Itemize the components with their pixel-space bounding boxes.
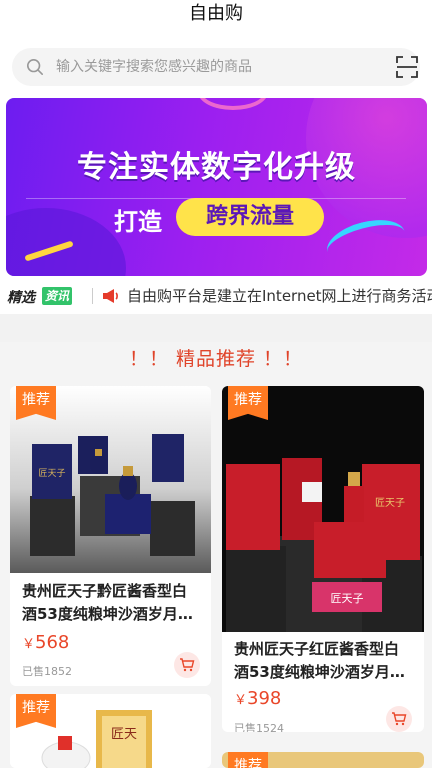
- svg-text:匠天子: 匠天子: [375, 497, 405, 509]
- price-value: 398: [247, 688, 282, 709]
- svg-text:匠天子: 匠天子: [38, 468, 65, 479]
- product-name-line1: 贵州匠天子黔匠酱香型白: [22, 582, 188, 600]
- add-to-cart-button[interactable]: [174, 652, 200, 678]
- sold-count: 已售1524: [234, 722, 284, 732]
- top-area: 自由购 输入关键字搜索您感兴趣的商品 专注实体数字化升级 打造 跨界流量 精选 …: [0, 0, 432, 314]
- cart-icon: [180, 658, 195, 672]
- price-value: 568: [35, 632, 70, 653]
- product-image: 匠天子 匠天子: [222, 386, 424, 632]
- news-text[interactable]: 自由购平台是建立在Internet网上进行商务活动: [127, 285, 432, 306]
- news-ticker[interactable]: 精选 资讯 自由购平台是建立在Internet网上进行商务活动: [0, 282, 432, 310]
- product-price: ￥398: [234, 688, 281, 709]
- search-bar[interactable]: 输入关键字搜索您感兴趣的商品: [12, 48, 420, 86]
- product-card[interactable]: 匠天子 推荐 贵州匠天子黔匠酱香型白 酒53度纯粮坤沙酒岁月… ￥568 已售1…: [10, 386, 211, 686]
- product-name-line2: 酒53度纯粮坤沙酒岁月…: [234, 663, 405, 681]
- product-name-line2: 酒53度纯粮坤沙酒岁月…: [22, 605, 193, 623]
- banner-headline: 专注实体数字化升级: [77, 150, 356, 185]
- megaphone-icon: [103, 289, 118, 303]
- search-icon: [26, 58, 44, 76]
- page-title: 自由购: [189, 3, 243, 24]
- cart-icon: [392, 712, 407, 726]
- price-symbol: ￥: [22, 637, 36, 652]
- section-title: ！！ 精品推荐 ！！: [128, 348, 304, 370]
- search-input[interactable]: 输入关键字搜索您感兴趣的商品: [56, 48, 252, 86]
- scan-icon[interactable]: [396, 56, 418, 78]
- featured-section: ！！ 精品推荐 ！！ 匠天子 推荐 贵州匠天子黔匠酱香型白 酒53度纯粮坤沙酒岁…: [0, 342, 432, 768]
- sold-count: 已售1852: [22, 665, 72, 678]
- divider: [92, 288, 93, 304]
- product-price: ￥568: [22, 632, 69, 653]
- product-card[interactable]: 推荐: [222, 752, 424, 768]
- svg-text:匠天: 匠天: [111, 727, 137, 742]
- svg-text:匠天子: 匠天子: [331, 592, 364, 605]
- banner-decoration: [198, 98, 268, 110]
- add-to-cart-button[interactable]: [386, 706, 412, 732]
- recommend-badge: 推荐: [228, 752, 268, 768]
- news-tag-info: 资讯: [42, 287, 73, 305]
- banner-sub-highlight: 跨界流量: [176, 198, 324, 236]
- product-name-line1: 贵州匠天子红匠酱香型白: [234, 640, 400, 658]
- product-card[interactable]: 匠天 推荐: [10, 694, 211, 768]
- promo-banner[interactable]: 专注实体数字化升级 打造 跨界流量: [6, 98, 427, 276]
- product-card[interactable]: 匠天子 匠天子 推荐 贵州匠天子红匠酱香型白 酒53度纯粮坤沙酒岁月… ￥398…: [222, 386, 424, 732]
- banner-sub-left: 打造: [114, 208, 162, 236]
- price-symbol: ￥: [234, 693, 248, 708]
- news-tag-featured: 精选: [7, 290, 35, 306]
